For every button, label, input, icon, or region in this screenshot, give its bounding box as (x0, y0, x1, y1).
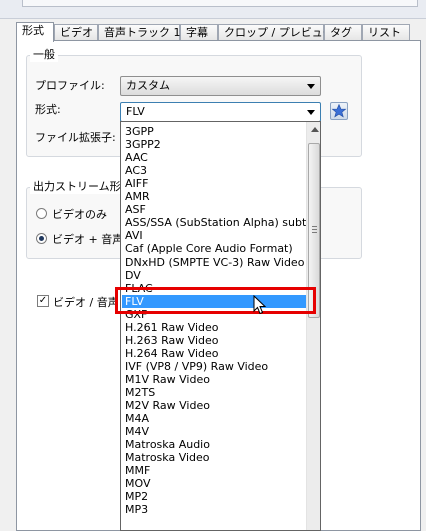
mouse-pointer-icon (253, 295, 267, 315)
format-option[interactable]: 3GPP2 (122, 138, 306, 151)
format-option[interactable]: DV (122, 269, 306, 282)
format-option[interactable]: M4A (122, 412, 306, 425)
format-option[interactable]: M2V Raw Video (122, 399, 306, 412)
profile-select-value: カスタム (126, 79, 170, 92)
format-option[interactable]: 3GPP (122, 125, 306, 138)
video-only-radio[interactable] (36, 208, 47, 219)
format-option[interactable]: M4V (122, 425, 306, 438)
tab-subtitles[interactable]: 字幕 (180, 24, 218, 40)
format-label: 形式: (35, 103, 61, 116)
format-option[interactable]: H.261 Raw Video (122, 321, 306, 334)
top-strip (0, 0, 426, 19)
selection-highlight-box (115, 287, 316, 314)
video-audio-radio[interactable] (36, 233, 47, 244)
favorite-button[interactable] (330, 102, 348, 120)
format-option[interactable]: Caf (Apple Core Audio Format) (122, 242, 306, 255)
output-stream-group-title: 出力ストリーム形式 (30, 178, 135, 194)
format-option[interactable]: M2TS (122, 386, 306, 399)
format-option[interactable]: H.263 Raw Video (122, 334, 306, 347)
dropdown-scrollbar[interactable] (306, 122, 320, 530)
format-option[interactable]: M1V Raw Video (122, 373, 306, 386)
profile-select[interactable]: カスタム (120, 76, 321, 96)
star-icon (331, 103, 347, 118)
format-option[interactable]: ASS/SSA (SubStation Alpha) subtitle (122, 216, 306, 229)
video-audio-checkbox-label: ビデオ / 音声 (53, 296, 119, 309)
format-option[interactable]: IVF (VP8 / VP9) Raw Video (122, 360, 306, 373)
format-option[interactable]: MP3 (122, 503, 306, 516)
general-group-title: 一般 (30, 46, 58, 62)
format-option[interactable]: H.264 Raw Video (122, 347, 306, 360)
format-option[interactable]: AVI (122, 229, 306, 242)
format-option[interactable]: DNxHD (SMPTE VC-3) Raw Video (122, 256, 306, 269)
tab-list[interactable]: リスト (362, 24, 410, 40)
file-extension-label: ファイル拡張子: (35, 131, 116, 144)
tab-video[interactable]: ビデオ (54, 24, 98, 40)
video-only-label: ビデオのみ (52, 208, 107, 221)
profile-label: プロファイル: (35, 79, 105, 92)
format-option[interactable]: MOV (122, 477, 306, 490)
format-option[interactable]: MMF (122, 464, 306, 477)
format-option[interactable]: AIFF (122, 177, 306, 190)
chevron-down-icon (307, 110, 315, 115)
video-audio-checkbox[interactable]: ✓ (37, 295, 49, 307)
tab-crop-preview[interactable]: クロップ / プレビュー (218, 24, 334, 40)
tab-tags[interactable]: タグ (324, 24, 362, 40)
scroll-up-arrow-icon[interactable] (311, 127, 319, 132)
format-option[interactable]: ASF (122, 203, 306, 216)
chevron-down-icon (307, 84, 315, 89)
format-option[interactable]: Matroska Audio (122, 438, 306, 451)
format-select-value: FLV (126, 105, 145, 118)
format-option[interactable]: AMR (122, 190, 306, 203)
top-strip-inner (22, 0, 418, 7)
tab-audio-track-1[interactable]: 音声トラック 1 (98, 24, 181, 40)
format-option[interactable]: AAC (122, 151, 306, 164)
tab-format[interactable]: 形式 (16, 22, 54, 42)
format-option[interactable]: AC3 (122, 164, 306, 177)
format-option[interactable]: MP2 (122, 490, 306, 503)
format-option[interactable]: Matroska Video (122, 451, 306, 464)
format-dropdown-list: 3GPP 3GPP2 AAC AC3 AIFF AMR ASF ASS/SSA (SubSta… (120, 121, 321, 531)
video-audio-label: ビデオ + 音声 (52, 233, 124, 246)
grip-icon (312, 226, 317, 233)
format-select[interactable]: FLV (120, 102, 321, 122)
